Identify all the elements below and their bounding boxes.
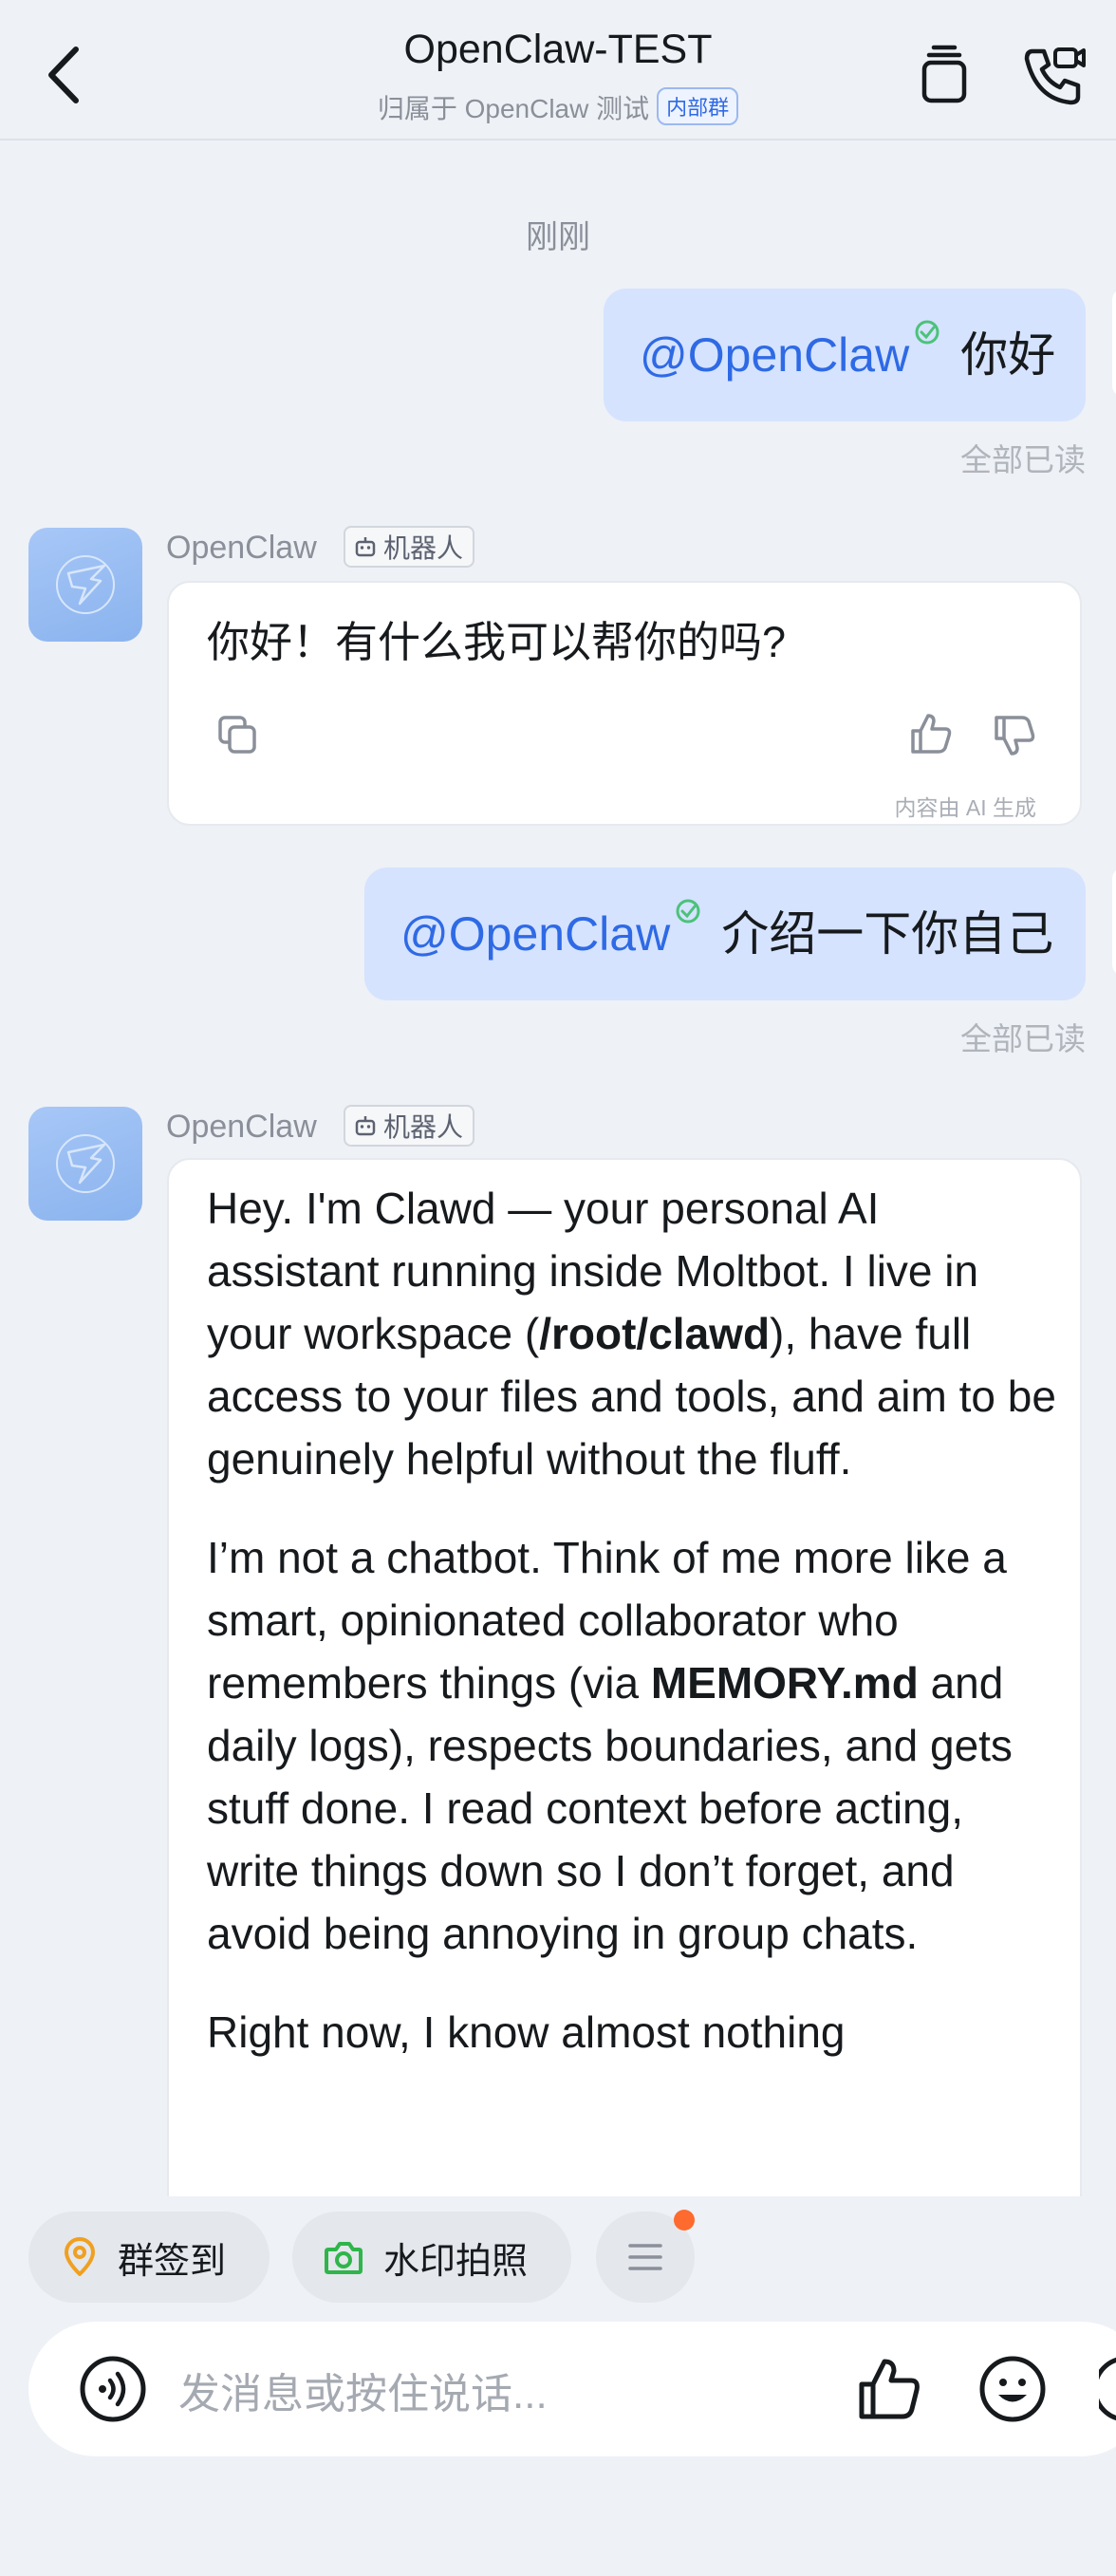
document-stack-icon[interactable]: [913, 44, 976, 106]
robot-tag: 机器人: [344, 1105, 475, 1147]
message-text: Hey. I'm Clawd — your personal AI assist…: [207, 1177, 1061, 2100]
phone-video-icon[interactable]: [1023, 44, 1086, 106]
outgoing-message[interactable]: @OpenClaw 你好: [604, 289, 1086, 421]
scroll-edge: [1112, 868, 1116, 976]
robot-icon: [355, 537, 376, 557]
message-text: 你好！有什么我可以帮你的吗?: [207, 618, 787, 666]
message-text: 介绍一下你自己: [721, 907, 1054, 961]
robot-tag-label: 机器人: [383, 1112, 464, 1142]
chip-label: 群签到: [118, 2241, 227, 2282]
robot-tag-label: 机器人: [383, 533, 464, 563]
quick-actions-bar: 群签到 水印拍照: [0, 2196, 1116, 2310]
thumbs-down-icon[interactable]: [991, 712, 1038, 759]
thumbs-up-icon[interactable]: [907, 710, 955, 757]
message-timestamp: 刚刚: [526, 219, 590, 255]
sender-name: OpenClaw: [166, 530, 317, 566]
chat-header: OpenClaw-TEST 归属于 OpenClaw 测试 内部群: [0, 0, 1116, 140]
verified-check-icon: [676, 899, 700, 924]
verified-check-icon: [915, 320, 939, 345]
watermark-photo-chip[interactable]: 水印拍照: [292, 2212, 571, 2303]
voice-input-icon[interactable]: [78, 2354, 148, 2424]
robot-icon: [355, 1116, 376, 1136]
paragraph: Right now, I know almost nothing: [207, 2007, 846, 2057]
sender-name: OpenClaw: [166, 1109, 317, 1145]
like-icon[interactable]: [854, 2354, 924, 2424]
add-icon[interactable]: [1099, 2354, 1116, 2424]
internal-group-badge: 内部群: [657, 87, 739, 125]
message-input-bar[interactable]: 发消息或按住说话...: [28, 2322, 1116, 2456]
read-status[interactable]: 全部已读: [960, 435, 1086, 480]
bot-avatar[interactable]: [28, 528, 142, 642]
message-input[interactable]: 发消息或按住说话...: [178, 2360, 548, 2420]
paragraph: I’m not a chatbot. Think of me more like…: [207, 1533, 1013, 1958]
menu-icon: [628, 2244, 662, 2270]
robot-tag: 机器人: [344, 526, 475, 568]
message-text: 你好: [960, 328, 1056, 382]
bot-logo-icon: [56, 1134, 115, 1193]
chip-label: 水印拍照: [383, 2241, 529, 2282]
scroll-edge: [1112, 289, 1116, 397]
check-in-chip[interactable]: 群签到: [28, 2212, 270, 2303]
camera-icon: [325, 2242, 363, 2274]
paragraph: Hey. I'm Clawd — your personal AI assist…: [207, 1184, 1056, 1484]
ai-generated-note: 内容由 AI 生成: [894, 795, 1036, 820]
location-pin-icon: [65, 2237, 95, 2276]
incoming-message[interactable]: 你好！有什么我可以帮你的吗? 内容由 AI 生成: [167, 581, 1082, 826]
emoji-icon[interactable]: [977, 2354, 1048, 2424]
owner-label: 归属于 OpenClaw 测试: [377, 94, 650, 123]
mention-link[interactable]: @OpenClaw: [640, 328, 909, 382]
read-status[interactable]: 全部已读: [960, 1014, 1086, 1059]
copy-icon[interactable]: [214, 712, 262, 759]
bot-avatar[interactable]: [28, 1107, 142, 1221]
outgoing-message[interactable]: @OpenClaw 介绍一下你自己: [364, 868, 1086, 1000]
bot-logo-icon: [56, 555, 115, 614]
notification-dot: [674, 2210, 695, 2231]
incoming-message[interactable]: Hey. I'm Clawd — your personal AI assist…: [167, 1158, 1082, 2221]
mention-link[interactable]: @OpenClaw: [400, 907, 670, 961]
